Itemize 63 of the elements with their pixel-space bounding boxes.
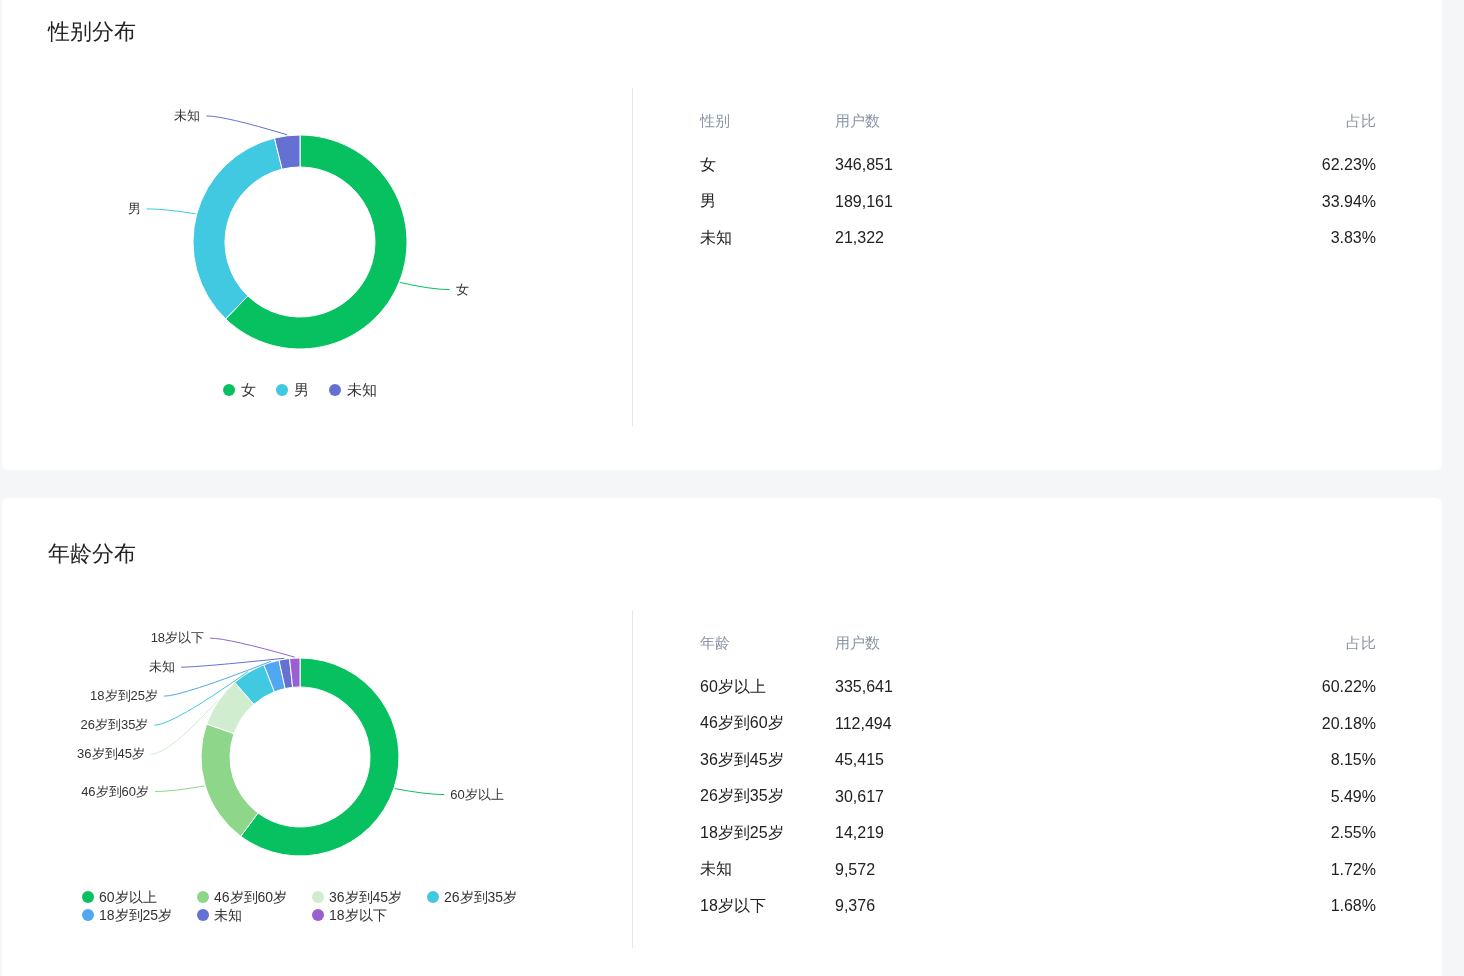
table-cell-text: 30,617 — [835, 787, 885, 806]
table-cell: 33.94% — [1321, 192, 1376, 211]
slice-label: 18岁到25岁 — [90, 688, 158, 704]
column-header: 用户数 — [835, 633, 881, 653]
leader-line — [146, 208, 197, 215]
slice-label: 女 — [455, 281, 469, 297]
table-cell-text: 未知 — [700, 859, 733, 880]
legend-item[interactable]: 未知 — [197, 906, 312, 924]
slice-label: 18岁以下 — [150, 630, 205, 646]
leader-line — [154, 785, 205, 792]
legend-item[interactable]: 18岁以下 — [312, 906, 427, 924]
slice-label: 未知 — [174, 107, 201, 123]
table-cell-text: 未知 — [700, 227, 733, 248]
table-cell-text: 18岁以下 — [700, 895, 767, 916]
table-cell-text: 335,641 — [835, 678, 894, 697]
table-cell: 20.18% — [1321, 714, 1376, 733]
table-cell-text: 9,572 — [835, 860, 877, 879]
table-cell-text: 46岁到60岁 — [700, 713, 785, 734]
slice-label: 未知 — [149, 659, 176, 675]
table-cell: 8.15% — [1330, 751, 1376, 770]
table-cell: 62.23% — [1321, 156, 1376, 175]
leader-line — [399, 282, 451, 291]
table-cell-text: 9,376 — [835, 897, 877, 916]
leader-line — [150, 700, 218, 755]
table-cell-text: 女 — [700, 154, 717, 175]
table-cell-text: 26岁到35岁 — [700, 786, 785, 807]
table-cell: 3.83% — [1330, 229, 1376, 248]
slice-label: 男 — [127, 200, 141, 216]
section-title: 年龄分布 — [48, 540, 136, 568]
column-header: 年龄 — [700, 633, 731, 653]
table-cell-text: 21,322 — [835, 229, 885, 248]
table-cell: 2.55% — [1330, 824, 1376, 843]
slice-label: 60岁以上 — [450, 786, 504, 802]
slice-label: 26岁到35岁 — [80, 717, 149, 733]
table-cell: 5.49% — [1330, 787, 1376, 806]
legend-item[interactable]: 18岁到25岁 — [82, 906, 197, 924]
legend-item[interactable]: 36岁到45岁 — [312, 888, 427, 906]
legend-item[interactable]: 男 — [276, 381, 309, 399]
table-cell-text: 189,161 — [835, 192, 894, 211]
table-cell: 1.68% — [1330, 897, 1376, 916]
table-cell-text: 36岁到45岁 — [700, 749, 785, 770]
legend-item[interactable]: 60岁以上 — [82, 888, 197, 906]
slice-label: 46岁到60岁 — [81, 783, 150, 799]
table-cell-text: 112,494 — [835, 714, 893, 733]
table-cell: 60.22% — [1321, 678, 1376, 697]
legend-item[interactable]: 未知 — [329, 381, 377, 399]
column-header: 占比 — [1346, 633, 1376, 653]
leader-line — [394, 788, 445, 796]
table-cell-text: 18岁到25岁 — [700, 822, 785, 843]
table-cell-text: 男 — [700, 191, 717, 212]
slice-label: 36岁到45岁 — [77, 746, 146, 762]
legend-item[interactable]: 46岁到60岁 — [197, 888, 312, 906]
table-cell-text: 14,219 — [835, 824, 885, 843]
table-cell-text: 45,415 — [835, 751, 885, 770]
legend-item[interactable]: 26岁到35岁 — [427, 888, 542, 906]
table-cell-text: 346,851 — [835, 156, 894, 175]
table-cell: 1.72% — [1330, 860, 1376, 879]
section-title: 性别分布 — [48, 18, 136, 46]
column-header: 用户数 — [835, 111, 881, 131]
column-header: 占比 — [1346, 111, 1376, 131]
column-header: 性别 — [700, 111, 731, 131]
legend-item[interactable]: 女 — [223, 381, 256, 399]
table-cell-text: 60岁以上 — [700, 676, 767, 697]
